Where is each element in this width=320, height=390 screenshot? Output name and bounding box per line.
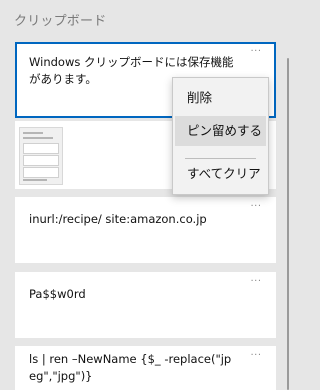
scrollbar[interactable] — [287, 58, 289, 390]
more-options-icon[interactable]: ··· — [248, 202, 264, 212]
clipboard-item-3[interactable]: inurl:/recipe/ site:amazon.co.jp ··· — [15, 197, 276, 263]
clipboard-image-thumbnail — [19, 127, 63, 185]
more-options-icon[interactable]: ··· — [248, 277, 264, 287]
panel-title: クリップボード — [14, 14, 107, 29]
clipboard-item-text: ls | ren –NewName {$_ -replace("jpeg","j… — [29, 352, 232, 383]
menu-item-pin[interactable]: ピン留めする — [175, 116, 266, 146]
clipboard-item-text: Pa$$w0rd — [29, 287, 86, 301]
menu-item-clear-all[interactable]: すべてクリア — [175, 159, 266, 189]
more-options-icon[interactable]: ··· — [248, 47, 264, 57]
menu-item-delete[interactable]: 削除 — [175, 83, 266, 113]
clipboard-item-text: inurl:/recipe/ site:amazon.co.jp — [29, 212, 207, 226]
context-menu: 削除 ピン留めする すべてクリア — [172, 77, 269, 195]
more-options-icon[interactable]: ··· — [248, 351, 264, 361]
clipboard-item-4[interactable]: Pa$$w0rd ··· — [15, 272, 276, 338]
clipboard-item-5[interactable]: ls | ren –NewName {$_ -replace("jpeg","j… — [15, 346, 276, 390]
